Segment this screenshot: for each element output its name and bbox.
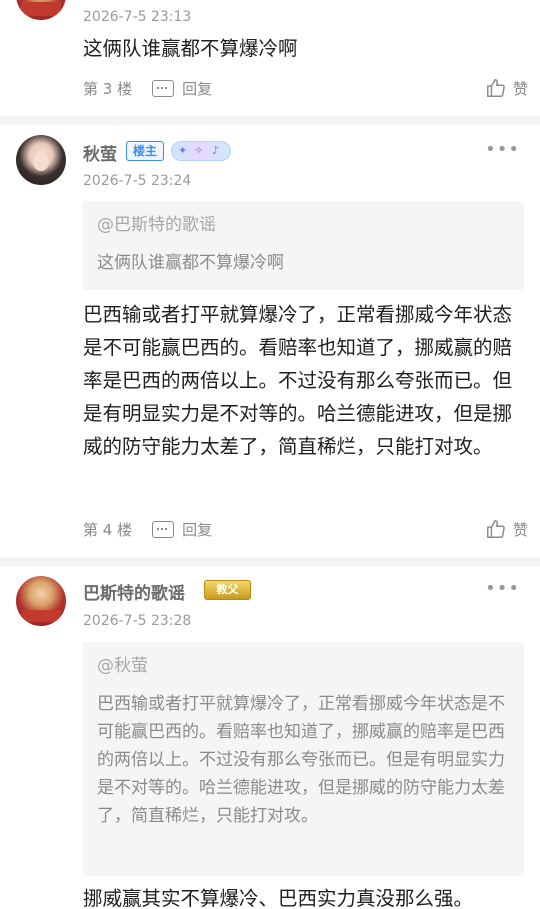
avatar[interactable]	[16, 0, 66, 20]
like-button[interactable]: 赞	[485, 77, 528, 99]
post-floor-5: 巴斯特的歌谣 教父 ••• 2026-7-5 23:28 @秋萤 巴西输或者打平…	[0, 566, 540, 909]
comment-icon	[152, 520, 175, 538]
comment-icon	[152, 79, 175, 97]
quote-text: 巴西输或者打平就算爆冷了，正常看挪威今年状态是不可能赢巴西的。看赔率也知道了，挪…	[97, 694, 505, 826]
quoted-reply[interactable]: @巴斯特的歌谣 这俩队谁赢都不算爆冷啊	[83, 201, 524, 290]
avatar[interactable]	[16, 135, 66, 185]
post-floor-4: 秋萤 楼主 ✦ ✧ ♪ ••• 2026-7-5 23:24 @巴斯特的歌谣 这俩队…	[0, 125, 540, 557]
quote-mention[interactable]: @秋萤	[97, 654, 510, 678]
level-badge: ✦ ✧ ♪	[171, 141, 231, 161]
divider	[0, 557, 540, 566]
reply-button[interactable]: 回复	[152, 519, 212, 540]
floor-number: 第 4 楼	[83, 520, 133, 539]
post-actions: 第 4 楼 回复 赞	[83, 516, 528, 542]
post-content: 挪威赢其实不算爆冷、巴西实力真没那么强。	[83, 887, 474, 909]
post-time: 2026-7-5 23:13	[83, 9, 192, 25]
thumbs-up-icon	[487, 79, 505, 97]
post-actions: 第 3 楼 回复 赞	[83, 75, 528, 101]
quote-mention[interactable]: @巴斯特的歌谣	[97, 213, 510, 237]
thread-owner-badge: 楼主	[126, 141, 165, 161]
more-dots-icon[interactable]: •••	[485, 578, 520, 599]
like-label: 赞	[512, 79, 528, 98]
floor-number: 第 3 楼	[83, 79, 133, 98]
avatar[interactable]	[16, 576, 66, 626]
post-floor-3: 2026-7-5 23:13 这俩队谁赢都不算爆冷啊 第 3 楼 回复 赞	[0, 0, 540, 115]
reply-label: 回复	[182, 520, 213, 539]
like-label: 赞	[512, 520, 528, 539]
post-time: 2026-7-5 23:28	[83, 613, 192, 629]
reply-button[interactable]: 回复	[152, 78, 212, 99]
thumbs-up-icon	[487, 520, 505, 538]
quoted-reply[interactable]: @秋萤 巴西输或者打平就算爆冷了，正常看挪威今年状态是不可能赢巴西的。看赔率也知…	[83, 642, 524, 876]
reply-label: 回复	[182, 79, 213, 98]
divider	[0, 116, 540, 125]
username[interactable]: 巴斯特的歌谣	[83, 579, 185, 604]
post-time: 2026-7-5 23:24	[83, 173, 192, 189]
title-badge: 教父	[204, 580, 251, 600]
like-button[interactable]: 赞	[485, 518, 528, 540]
post-content: 巴西输或者打平就算爆冷了，正常看挪威今年状态是不可能赢巴西的。看赔率也知道了，挪…	[83, 303, 513, 458]
username[interactable]: 秋萤	[83, 140, 117, 165]
more-dots-icon[interactable]: •••	[485, 139, 520, 160]
quote-text: 这俩队谁赢都不算爆冷啊	[97, 253, 284, 273]
post-content: 这俩队谁赢都不算爆冷啊	[83, 37, 298, 60]
